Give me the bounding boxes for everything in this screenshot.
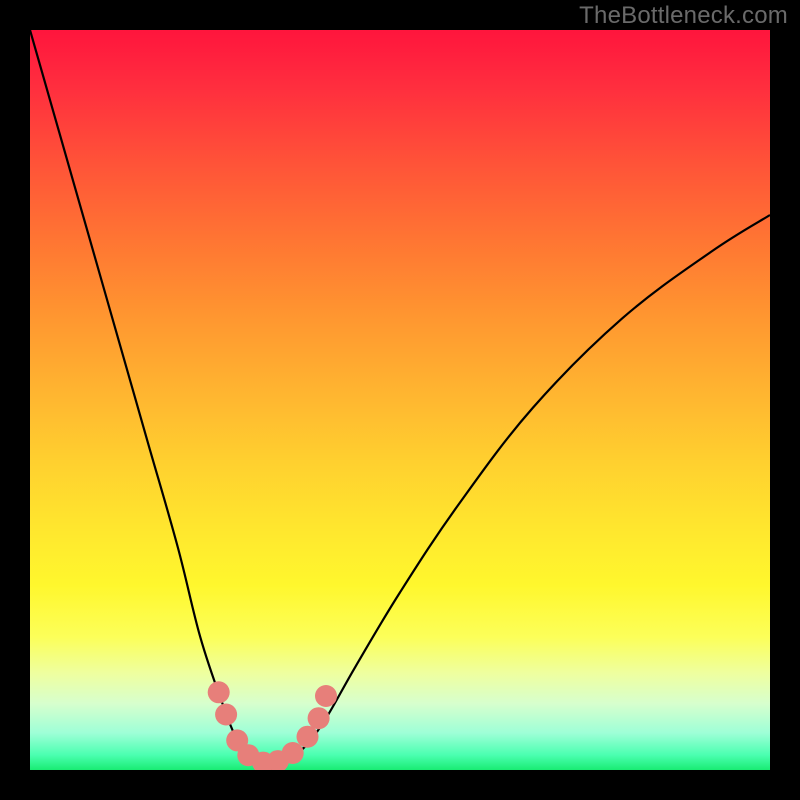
curve-marker — [308, 707, 330, 729]
curve-marker — [297, 726, 319, 748]
curve-markers — [208, 681, 337, 770]
curve-marker — [215, 704, 237, 726]
watermark-text: TheBottleneck.com — [579, 2, 788, 30]
curve-marker — [315, 685, 337, 707]
plot-area — [30, 30, 770, 770]
chart-frame: TheBottleneck.com — [0, 0, 800, 800]
curve-line — [30, 30, 770, 770]
chart-svg — [30, 30, 770, 770]
curve-marker — [208, 681, 230, 703]
curve-marker — [282, 742, 304, 764]
bottleneck-curve — [30, 30, 770, 770]
